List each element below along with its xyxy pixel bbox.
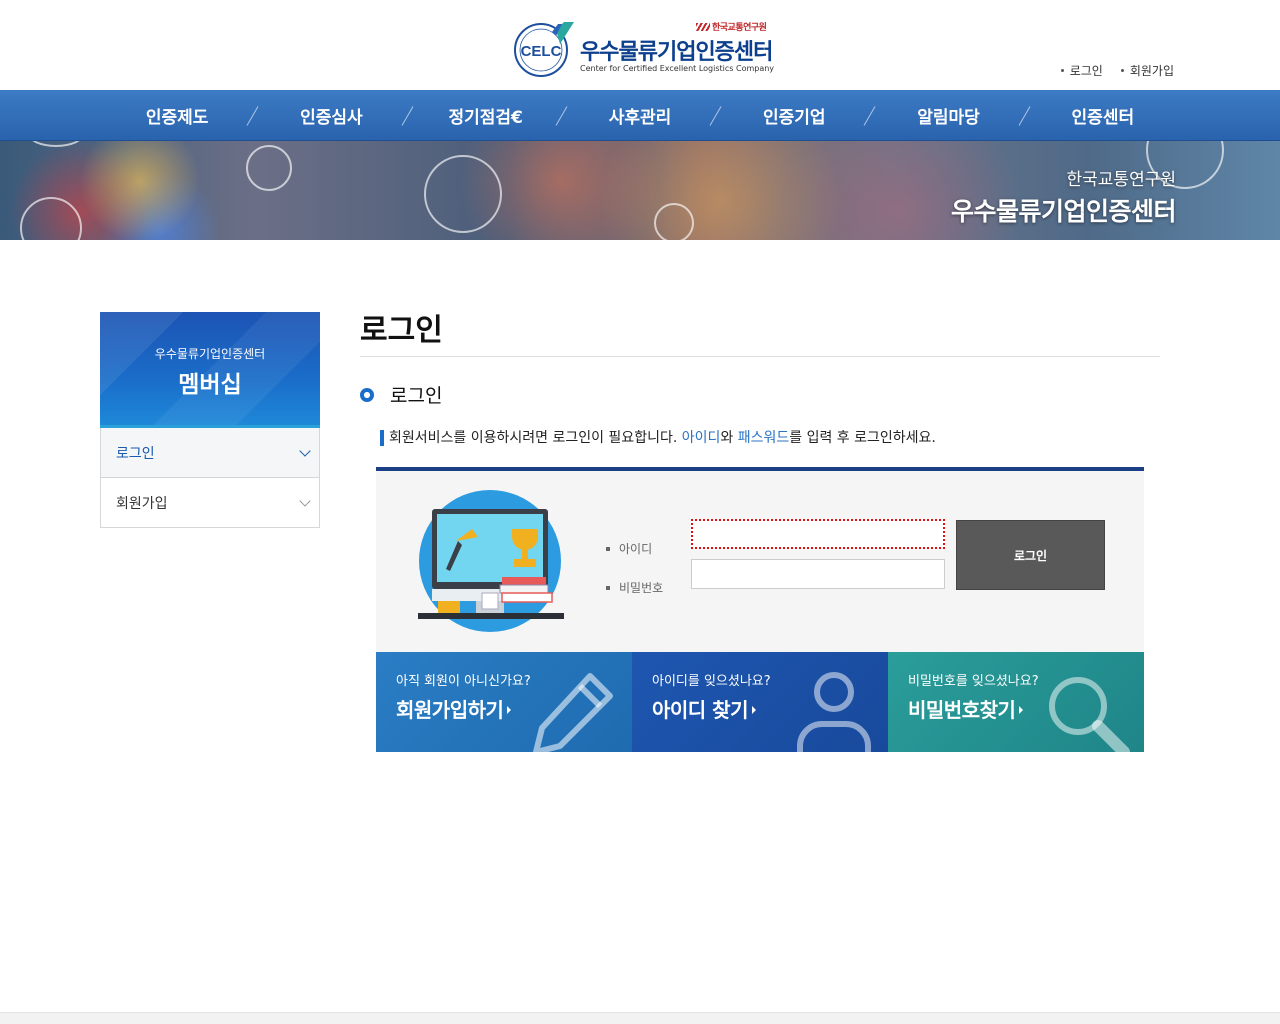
main-content: 로그인 로그인 회원서비스를 이용하시려면 로그인이 필요합니다. 아이디와 패… (360, 305, 1160, 752)
global-nav: 인증제도 인증심사 정기점검€ 사후관리 인증기업 알림마당 인증센터 (0, 90, 1280, 141)
chevron-down-icon (299, 494, 311, 507)
find-id-quick-link[interactable]: 아이디를 잊으셨나요? 아이디 찾기 (632, 652, 888, 752)
find-password-quick-link[interactable]: 비밀번호를 잊으셨나요? 비밀번호찾기 (888, 652, 1144, 752)
ktr-mark-icon (696, 23, 710, 31)
chat-icon (20, 197, 82, 240)
login-button[interactable]: 로그인 (956, 520, 1105, 590)
notice-text: 를 입력 후 로그인하세요. (789, 430, 936, 446)
side-menu-item-login[interactable]: 로그인 (100, 428, 320, 478)
password-label: 비밀번호 (606, 568, 663, 607)
visual-line1: 한국교통연구원 (1066, 170, 1176, 190)
quick-links: 아직 회원이 아니신가요? 회원가입하기 아이디를 잊으셨나요? 아이디 찾기 … (376, 652, 1144, 752)
decor-ring-icon (28, 141, 84, 147)
quick-link-title-text: 회원가입하기 (396, 698, 504, 722)
gnb-item-certification-review[interactable]: 인증심사 (254, 90, 408, 141)
password-label-text: 비밀번호 (619, 581, 664, 595)
side-menu-item-label: 회원가입 (116, 495, 168, 512)
ktr-label: 한국교통연구원 (696, 20, 767, 33)
wifi-icon (424, 155, 502, 233)
circle-bullet-icon (360, 387, 374, 402)
notice-text: 와 (720, 430, 738, 446)
quick-link-title-text: 비밀번호찾기 (908, 698, 1016, 722)
util-login-link[interactable]: 로그인 (1060, 62, 1103, 79)
arrow-right-icon (1019, 706, 1024, 714)
login-form-box: 아이디 비밀번호 로그인 (376, 467, 1144, 652)
message-icon (654, 203, 694, 240)
pencil-icon (533, 673, 613, 752)
util-signup-label: 회원가입 (1129, 64, 1174, 78)
chevron-down-icon (299, 444, 311, 457)
footer-strip (0, 1012, 1280, 1024)
id-input[interactable] (691, 519, 945, 549)
cloud-icon (246, 145, 292, 191)
page-title: 로그인 (360, 305, 1160, 357)
quick-link-title-text: 아이디 찾기 (652, 698, 748, 722)
celc-emblem-icon: CELC (514, 22, 574, 77)
signup-quick-link[interactable]: 아직 회원이 아니신가요? 회원가입하기 (376, 652, 632, 752)
square-bullet-icon (606, 546, 610, 551)
side-menu-subtitle: 우수물류기업인증센터 (154, 347, 266, 361)
form-labels: 아이디 비밀번호 (606, 529, 663, 607)
square-bullet-icon (606, 585, 610, 590)
visual-line2: 우수물류기업인증센터 (950, 197, 1177, 226)
side-menu: 우수물류기업인증센터 멤버십 로그인 회원가입 (100, 312, 320, 528)
magnifier-icon (1049, 677, 1130, 752)
monitor-trophy-illustration-icon (418, 490, 564, 632)
util-login-label: 로그인 (1069, 64, 1103, 78)
logo-title: 우수물류기업인증센터 (580, 40, 773, 65)
gnb-item-certified-companies[interactable]: 인증기업 (717, 90, 871, 141)
site-header: CELC 한국교통연구원 우수물류기업인증센터 Center for Certi… (0, 0, 1280, 90)
utility-menu: 로그인 회원가입 (1060, 62, 1174, 79)
util-signup-link[interactable]: 회원가입 (1120, 62, 1174, 79)
side-menu-item-label: 로그인 (116, 445, 155, 462)
bullet-icon (1060, 69, 1064, 72)
gnb-item-certification-center[interactable]: 인증센터 (1026, 90, 1180, 141)
gnb-item-notices[interactable]: 알림마당 (871, 90, 1025, 141)
side-menu-header: 우수물류기업인증센터 멤버십 (100, 312, 320, 428)
id-label: 아이디 (606, 529, 663, 568)
notice-highlight-password: 패스워드 (737, 430, 790, 446)
bullet-icon (1120, 69, 1124, 72)
id-label-text: 아이디 (619, 542, 653, 556)
password-input[interactable] (691, 559, 945, 589)
notice-highlight-id: 아이디 (681, 430, 721, 446)
section-title-text: 로그인 (390, 385, 443, 407)
arrow-right-icon (507, 706, 512, 714)
person-icon (797, 672, 871, 752)
notice-text: 회원서비스를 이용하시려면 로그인이 필요합니다. (389, 430, 682, 446)
side-menu-title: 멤버십 (178, 372, 242, 398)
side-menu-item-signup[interactable]: 회원가입 (100, 478, 320, 528)
gnb-item-regular-inspection[interactable]: 정기점검€ (409, 90, 563, 141)
site-logo[interactable]: CELC 한국교통연구원 우수물류기업인증센터 Center for Certi… (512, 18, 775, 80)
sub-visual-banner: 한국교통연구원 우수물류기업인증센터 (0, 141, 1280, 240)
section-title: 로그인 (360, 381, 1160, 408)
gnb-item-certification-system[interactable]: 인증제도 (100, 90, 254, 141)
logo-subtitle: Center for Certified Excellent Logistics… (580, 64, 775, 73)
emblem-text: CELC (521, 43, 562, 60)
ktr-text: 한국교통연구원 (712, 23, 767, 33)
visual-title: 한국교통연구원 우수물류기업인증센터 (950, 165, 1177, 228)
gnb-item-post-management[interactable]: 사후관리 (563, 90, 717, 141)
login-notice: 회원서비스를 이용하시려면 로그인이 필요합니다. 아이디와 패스워드를 입력 … (380, 430, 1160, 446)
arrow-right-icon (751, 706, 756, 714)
